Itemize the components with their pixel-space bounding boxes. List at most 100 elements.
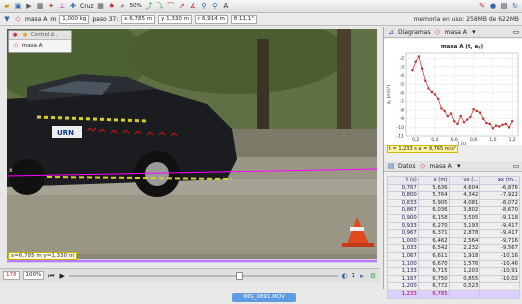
data-point bbox=[414, 60, 417, 63]
settings-icon[interactable]: ⚙ bbox=[369, 272, 377, 280]
zoom-icon[interactable]: ⌕ bbox=[119, 2, 127, 10]
mass-label: m bbox=[50, 15, 57, 23]
open-file-icon[interactable]: ▰ bbox=[3, 2, 11, 10]
y-tick-label: -6 bbox=[400, 90, 405, 96]
table-cell: -10,91 bbox=[479, 267, 520, 276]
window-icon[interactable]: ▭ bbox=[512, 28, 520, 36]
data-point bbox=[440, 107, 443, 110]
table-row[interactable]: 1,067 6,611 1,918 -10,16 bbox=[387, 251, 520, 261]
mass-field[interactable]: 1,000 kg bbox=[59, 14, 90, 24]
data-point bbox=[433, 93, 437, 96]
data-tab[interactable]: Datos bbox=[398, 163, 415, 170]
track-toolbar: ▼ ◇ masa A m 1,000 kg paso 37: x 6,785 m… bbox=[0, 13, 522, 26]
table-row[interactable]: 0,767 5,636 4,604 -6,876 bbox=[387, 183, 520, 193]
table-cell: -8,072 bbox=[479, 198, 520, 208]
diagram-tab[interactable]: Diagramas bbox=[398, 29, 431, 36]
table-cell: -10,02 bbox=[479, 274, 520, 284]
table-row[interactable]: 1,133 6,715 1,203 -10,91 bbox=[387, 267, 520, 276]
step-size[interactable]: 1 bbox=[352, 273, 356, 279]
frame-field[interactable]: 178 bbox=[3, 271, 20, 280]
zoom-value[interactable]: 50% bbox=[130, 3, 142, 9]
column-header[interactable]: x (m) bbox=[417, 176, 450, 185]
play-icon[interactable]: ▶ bbox=[58, 272, 66, 280]
dropdown-icon[interactable]: ▾ bbox=[470, 28, 478, 36]
table-row[interactable]: 0,900 6,158 3,505 -9,118 bbox=[387, 213, 520, 223]
table-cell: 3,193 bbox=[448, 221, 481, 231]
table-cell: 2,878 bbox=[448, 229, 481, 238]
table-row[interactable]: 0,967 6,371 2,878 -9,417 bbox=[387, 229, 520, 238]
y-tick-label: -8 bbox=[400, 108, 405, 114]
control-window[interactable]: ● ● Control d... ◇ masa A bbox=[8, 30, 72, 53]
forward-icon[interactable]: ▸ bbox=[358, 272, 366, 280]
magnet-icon[interactable]: ♠ bbox=[108, 2, 116, 10]
table-row[interactable]: 1,033 6,542 2,232 -9,567 bbox=[387, 244, 520, 253]
marker-icon[interactable]: ⚲ bbox=[200, 2, 208, 10]
minimize-icon[interactable]: ● bbox=[21, 31, 29, 39]
data-point bbox=[494, 124, 498, 127]
film-icon[interactable]: ▦ bbox=[36, 2, 44, 10]
table-row[interactable]: 1,167 6,750 0,855 -10,02 bbox=[387, 274, 520, 284]
curve2-icon[interactable]: ⤵ bbox=[156, 2, 164, 10]
data-point bbox=[427, 87, 430, 90]
table-row[interactable]: 1,233 6,785 bbox=[387, 289, 520, 299]
data-track[interactable]: masa A bbox=[429, 163, 451, 170]
window-icon[interactable]: ▭ bbox=[512, 162, 520, 170]
table-cell: 1,576 bbox=[448, 259, 481, 269]
table-row[interactable]: 0,933 6,270 3,193 -9,417 bbox=[387, 221, 520, 231]
close-icon[interactable]: ● bbox=[11, 31, 19, 39]
marker2-icon[interactable]: ⚲ bbox=[211, 2, 219, 10]
data-point bbox=[475, 109, 478, 113]
funnel-icon[interactable]: ▼ bbox=[3, 15, 11, 23]
track-select[interactable]: masa A bbox=[25, 16, 47, 23]
video-tab[interactable]: IMG_0891.MOV bbox=[232, 293, 296, 302]
table-icon[interactable]: ▤ bbox=[500, 2, 508, 10]
dropdown-icon[interactable]: ▾ bbox=[455, 162, 463, 170]
theta-field[interactable]: θ 11,1° bbox=[230, 14, 257, 24]
table-cell: -9,417 bbox=[479, 229, 520, 238]
axes-icon[interactable]: ⊥ bbox=[58, 2, 66, 10]
r-field[interactable]: r 6,914 m bbox=[194, 14, 228, 24]
cross-label[interactable]: Cruz bbox=[80, 3, 94, 10]
text-icon[interactable]: A bbox=[222, 2, 230, 10]
video-view[interactable]: URN x bbox=[7, 29, 377, 263]
zoom-field[interactable]: 100% bbox=[22, 271, 45, 280]
protractor-icon[interactable]: ∡ bbox=[189, 2, 197, 10]
x-field[interactable]: x 6,785 m bbox=[121, 14, 156, 24]
save-icon[interactable]: ▣ bbox=[14, 2, 22, 10]
grid-icon[interactable]: ▦ bbox=[97, 2, 105, 10]
arc-icon[interactable]: ⌒ bbox=[167, 2, 175, 10]
pencil-icon[interactable]: ✎ bbox=[478, 2, 486, 10]
table-cell: -9,567 bbox=[479, 244, 520, 253]
table-row[interactable]: 1,200 6,772 0,523 bbox=[387, 282, 520, 291]
refresh-icon[interactable]: ↻ bbox=[511, 2, 519, 10]
table-row[interactable]: 0,800 5,764 4,342 -7,922 bbox=[387, 191, 520, 200]
column-header[interactable]: t (s) bbox=[387, 176, 419, 185]
control-title: Control d... bbox=[31, 32, 59, 38]
video-icon[interactable]: ▶ bbox=[25, 2, 33, 10]
curve-icon[interactable]: ⤴ bbox=[145, 2, 153, 10]
color-icon[interactable]: ● bbox=[489, 2, 497, 10]
table-row[interactable]: 0,833 5,905 4,081 -8,072 bbox=[387, 198, 520, 208]
table-row[interactable]: 1,100 6,670 1,576 -10,46 bbox=[387, 259, 520, 269]
y-field[interactable]: y 1,330 m bbox=[158, 14, 192, 24]
table-row[interactable]: 0,867 6,036 3,802 -8,670 bbox=[387, 206, 520, 215]
slider-thumb[interactable] bbox=[235, 271, 243, 280]
data-table[interactable]: t (s) x (m) vx (... ax (m... 0,767 5,636 4… bbox=[387, 176, 520, 299]
table-cell: -8,670 bbox=[479, 206, 520, 215]
step-back-icon[interactable]: ⏮ bbox=[47, 272, 55, 280]
diagram-track[interactable]: masa A bbox=[445, 29, 467, 36]
cross-icon[interactable]: ✚ bbox=[69, 2, 77, 10]
tape-icon[interactable]: ↗ bbox=[178, 2, 186, 10]
loop-icon[interactable]: ◐ bbox=[341, 272, 349, 280]
table-row[interactable]: 1,000 6,462 2,564 -9,716 bbox=[387, 236, 520, 246]
diagram-chart[interactable]: 0,2 0,4 0,6 0,8 1,0 1,2 -2 -3 -4 -5 -6 -7 -8 -9 -10 -11… bbox=[384, 39, 522, 147]
table-cell: 6,611 bbox=[417, 251, 450, 261]
column-header[interactable]: vx (... bbox=[448, 176, 481, 185]
table-cell: 2,564 bbox=[448, 236, 481, 246]
column-header[interactable]: ax (m... bbox=[479, 176, 520, 185]
frame-slider[interactable] bbox=[69, 271, 338, 280]
control-item[interactable]: masa A bbox=[22, 43, 42, 49]
data-point bbox=[504, 122, 507, 125]
track-icon[interactable]: ✦ bbox=[47, 2, 55, 10]
data-point bbox=[501, 123, 504, 126]
